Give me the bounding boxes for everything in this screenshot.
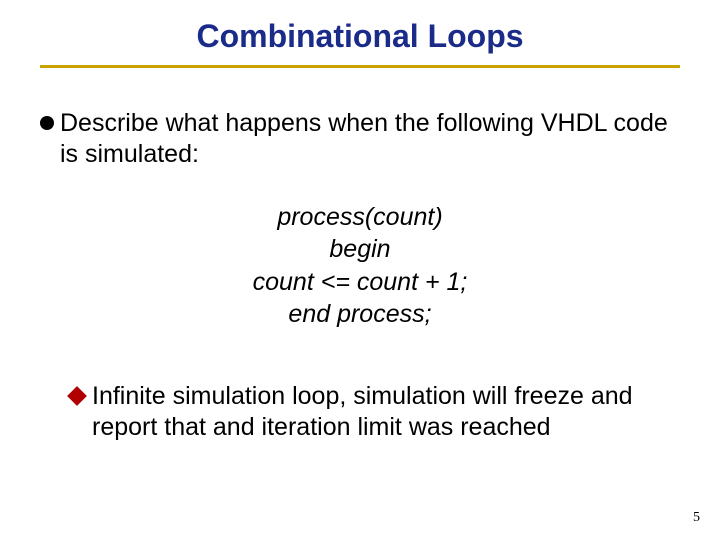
title-underline <box>40 65 680 68</box>
slide-title: Combinational Loops <box>40 18 680 65</box>
code-line-2: begin <box>40 233 680 266</box>
code-block: process(count) begin count <= count + 1;… <box>40 201 680 331</box>
sub-bullet-text-1: Infinite simulation loop, simulation wil… <box>92 381 680 444</box>
bullet-item-1: Describe what happens when the following… <box>40 108 680 171</box>
code-line-1: process(count) <box>40 201 680 234</box>
diamond-bullet-icon <box>67 386 87 406</box>
bullet-text-1: Describe what happens when the following… <box>60 108 680 171</box>
code-line-4: end process; <box>40 298 680 331</box>
page-number: 5 <box>693 510 700 526</box>
sub-bullet-item-1: Infinite simulation loop, simulation wil… <box>70 381 680 444</box>
code-line-3: count <= count + 1; <box>40 266 680 299</box>
circle-bullet-icon <box>40 116 54 130</box>
slide-container: Combinational Loops Describe what happen… <box>0 0 720 540</box>
